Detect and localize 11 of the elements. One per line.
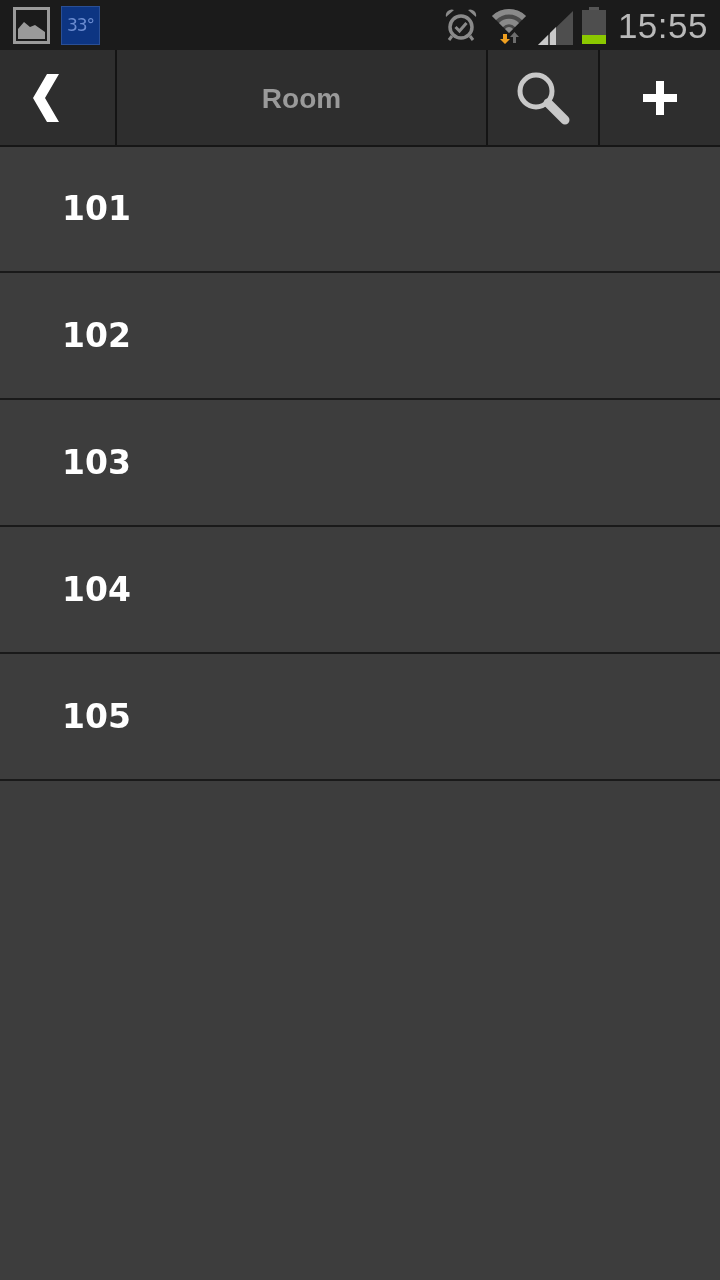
signal-icon xyxy=(537,11,573,45)
plus-icon xyxy=(643,80,677,115)
back-chevron-icon xyxy=(32,73,61,122)
picture-icon xyxy=(13,6,50,44)
battery-icon xyxy=(581,6,606,44)
screen-title: Room xyxy=(260,82,343,116)
weather-tile: 33° xyxy=(61,5,100,45)
clock-time: 15:55 xyxy=(617,7,708,43)
alarm-icon xyxy=(443,8,478,42)
wifi-icon xyxy=(490,6,527,44)
search-button[interactable] xyxy=(486,50,600,145)
